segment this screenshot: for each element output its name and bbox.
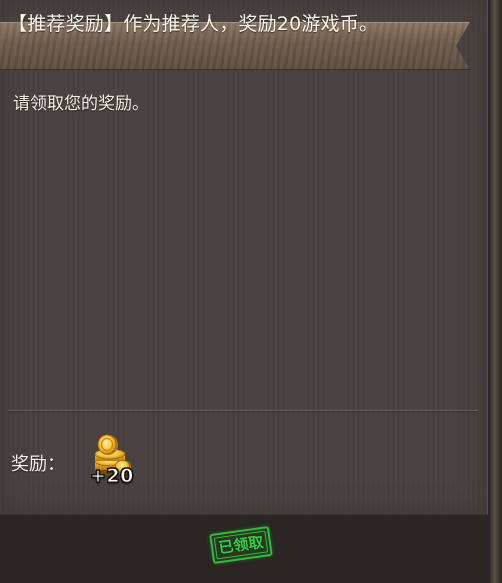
reward-amount: +20 <box>90 465 134 488</box>
mail-body-text: 请领取您的奖励。 <box>13 94 149 114</box>
mail-detail-screen: 【推荐奖励】作为推荐人，奖励20游戏币。 请领取您的奖励。 奖励： +20 已领… <box>0 0 502 583</box>
claimed-stamp-text: 已领取 <box>217 532 265 558</box>
claimed-stamp: 已领取 <box>209 525 273 565</box>
mail-content-panel: 【推荐奖励】作为推荐人，奖励20游戏币。 请领取您的奖励。 奖励： +20 <box>0 0 488 515</box>
reward-divider <box>8 410 478 411</box>
mail-title: 【推荐奖励】作为推荐人，奖励20游戏币。 <box>8 13 379 35</box>
reward-label: 奖励： <box>11 454 65 475</box>
side-frame-strip <box>490 0 502 583</box>
reward-item-coins[interactable]: +20 <box>90 432 150 492</box>
